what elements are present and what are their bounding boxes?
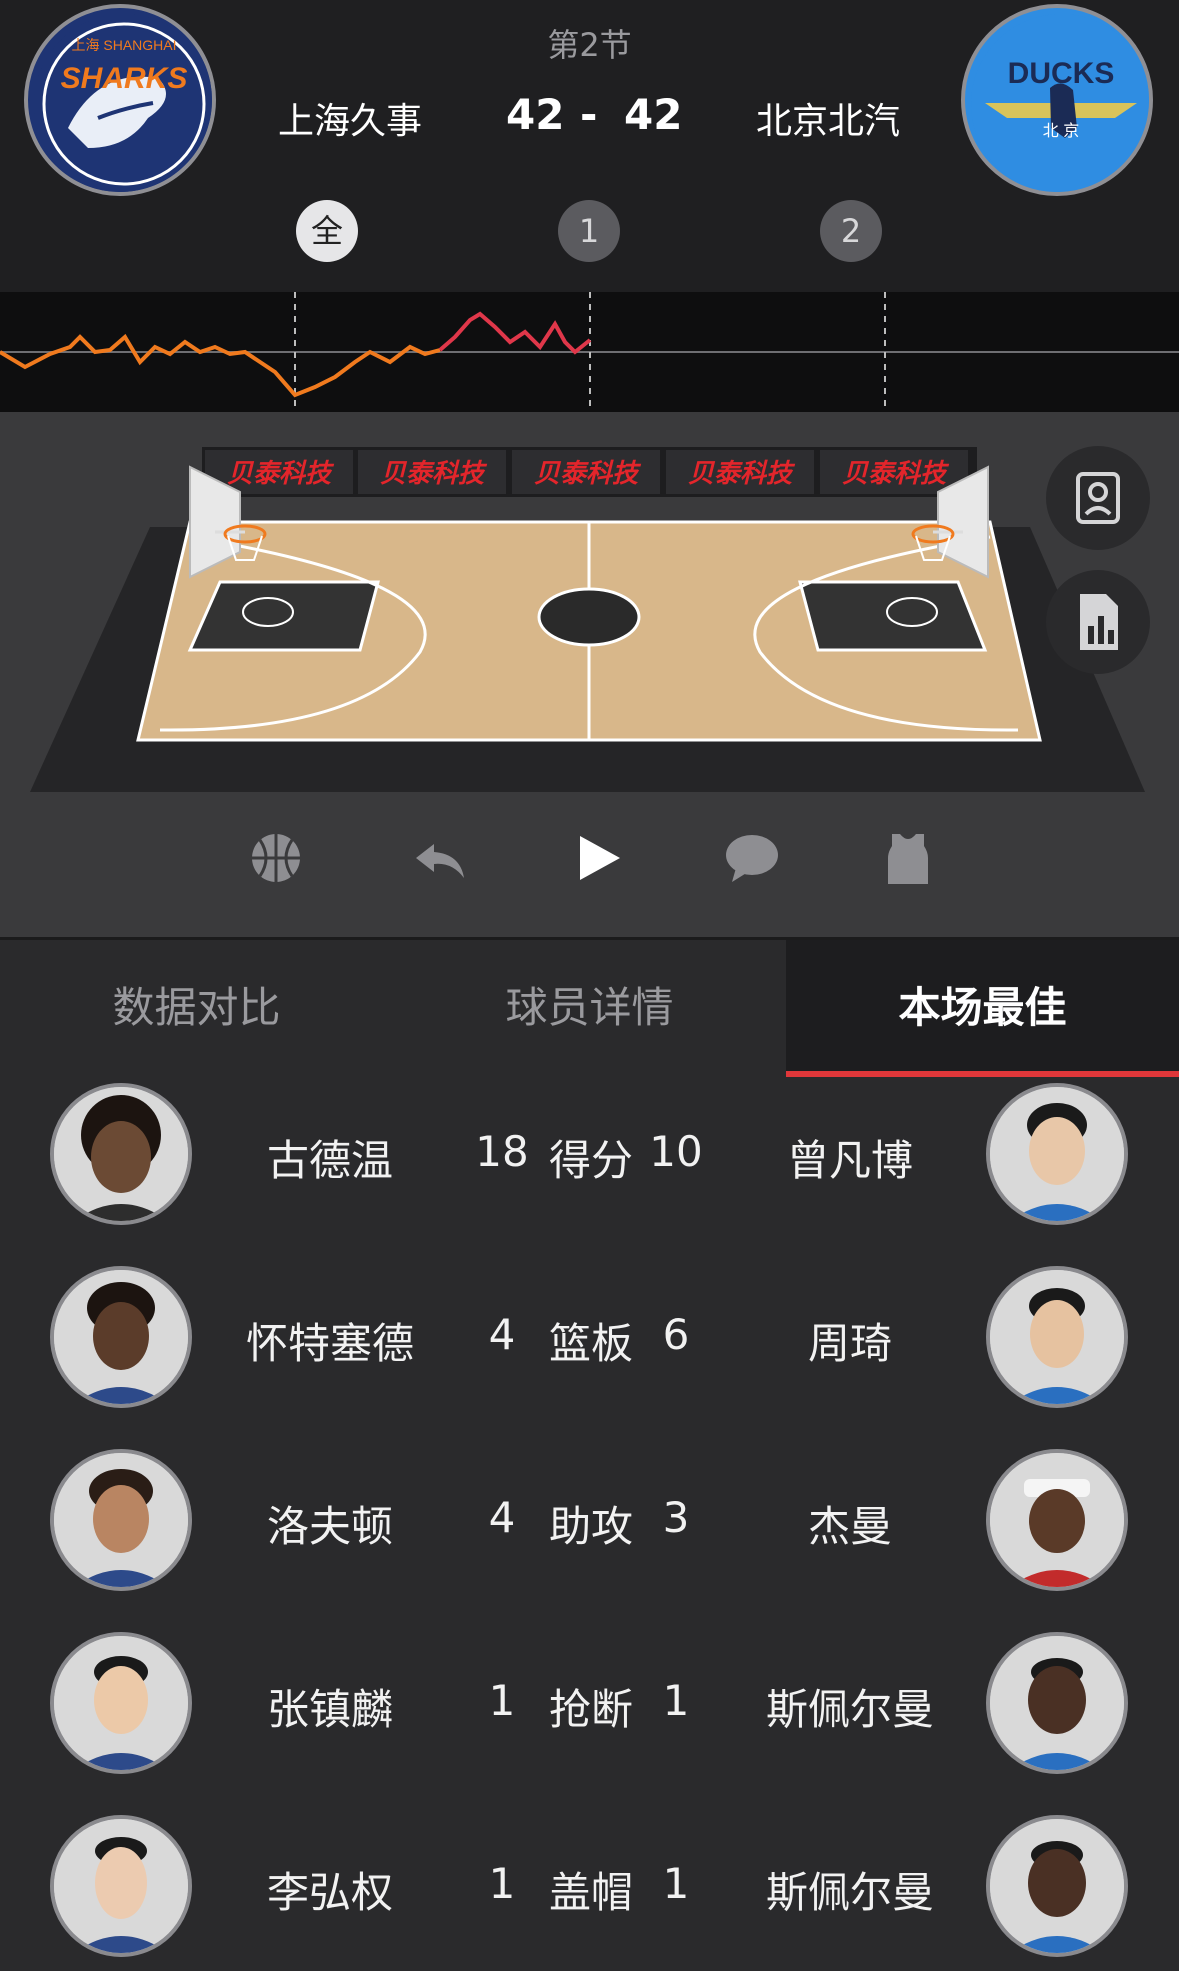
momentum-line-home xyxy=(0,333,441,398)
right-stat-value: 1 xyxy=(662,1676,690,1725)
score-separator: - xyxy=(580,90,598,139)
left-player-name: 洛夫顿 xyxy=(266,1502,393,1551)
avatar xyxy=(986,1632,1128,1774)
avatar xyxy=(986,1815,1128,1957)
home-team-name: 上海久事 xyxy=(278,101,423,142)
svg-text:贝泰科技: 贝泰科技 xyxy=(534,459,642,489)
play-icon xyxy=(580,836,620,880)
stat-label: 篮板 xyxy=(548,1319,633,1368)
leader-row-rebounds[interactable]: 怀特塞德 4 篮板 6 周琦 xyxy=(0,1262,1179,1412)
right-stat-value: 1 xyxy=(662,1859,690,1908)
right-player-name: 周琦 xyxy=(807,1319,892,1368)
scoreboard-header: SHARKS 上海 SHANGHAI 第2节 上海久事 42 - 42 北京北汽… xyxy=(0,0,1179,292)
stats-chart-button[interactable] xyxy=(1046,570,1150,674)
left-stat-value: 1 xyxy=(488,1859,516,1908)
leader-row-points[interactable]: 古德温 18 得分 10 曾凡博 xyxy=(0,1079,1179,1229)
left-stat-value: 1 xyxy=(488,1676,516,1725)
score-momentum-chart xyxy=(0,292,1179,412)
right-player-name: 斯佩尔曼 xyxy=(765,1868,934,1917)
avatar xyxy=(986,1266,1128,1408)
svg-text:贝泰科技: 贝泰科技 xyxy=(227,459,335,489)
avatar xyxy=(50,1632,192,1774)
stat-label: 抢断 xyxy=(548,1685,633,1734)
tab-game-best[interactable]: 本场最佳 xyxy=(786,940,1179,1077)
left-player-name: 怀特塞德 xyxy=(245,1319,414,1368)
stat-label: 得分 xyxy=(548,1136,633,1185)
left-player-name: 古德温 xyxy=(266,1136,393,1185)
player-card-icon xyxy=(1076,472,1120,524)
left-stat-value: 18 xyxy=(475,1127,529,1176)
comment-button[interactable] xyxy=(722,828,782,888)
right-player-name: 斯佩尔曼 xyxy=(765,1685,934,1734)
basketball-button[interactable] xyxy=(246,828,306,888)
svg-text:北 京: 北 京 xyxy=(1043,122,1079,140)
center-circle xyxy=(537,587,641,647)
period-2-button[interactable]: 2 xyxy=(820,200,882,262)
leader-row-assists[interactable]: 洛夫顿 4 助攻 3 杰曼 xyxy=(0,1445,1179,1595)
svg-text:贝泰科技: 贝泰科技 xyxy=(380,459,488,489)
away-team-name: 北京北汽 xyxy=(756,101,901,142)
lineup-button[interactable] xyxy=(878,828,938,888)
right-player-name: 曾凡博 xyxy=(786,1136,913,1185)
avatar xyxy=(50,1083,192,1225)
comment-icon xyxy=(726,835,778,882)
away-score: 42 xyxy=(624,90,683,139)
period-1-button[interactable]: 1 xyxy=(558,200,620,262)
left-stat-value: 4 xyxy=(488,1493,516,1542)
svg-text:贝泰科技: 贝泰科技 xyxy=(688,459,796,489)
tab-player-details[interactable]: 球员详情 xyxy=(393,940,786,1077)
period-all-button[interactable]: 全 xyxy=(296,200,358,262)
stat-label: 盖帽 xyxy=(548,1868,633,1917)
svg-text:贝泰科技: 贝泰科技 xyxy=(842,459,950,489)
player-card-button[interactable] xyxy=(1046,446,1150,550)
left-player-name: 张镇麟 xyxy=(266,1685,393,1734)
avatar xyxy=(986,1449,1128,1591)
right-stat-value: 10 xyxy=(649,1127,703,1176)
tab-data-compare[interactable]: 数据对比 xyxy=(0,940,393,1077)
right-stat-value: 6 xyxy=(662,1310,690,1359)
basketball-icon xyxy=(252,834,300,882)
tab-bar: 数据对比 球员详情 本场最佳 xyxy=(0,937,1179,1077)
avatar xyxy=(50,1266,192,1408)
leader-row-steals[interactable]: 张镇麟 1 抢断 1 斯佩尔曼 xyxy=(0,1628,1179,1778)
replay-icon xyxy=(416,844,464,878)
momentum-line-away xyxy=(438,311,592,355)
replay-button[interactable] xyxy=(410,828,470,888)
left-player-name: 李弘权 xyxy=(266,1868,393,1917)
right-stat-value: 3 xyxy=(662,1493,690,1542)
leader-row-blocks[interactable]: 李弘权 1 盖帽 1 斯佩尔曼 xyxy=(0,1811,1179,1961)
stats-chart-icon xyxy=(1080,594,1118,650)
sponsor-boards: 贝泰科技 贝泰科技 贝泰科技 贝泰科技 贝泰科技 xyxy=(202,447,977,497)
avatar xyxy=(986,1083,1128,1225)
avatar xyxy=(50,1815,192,1957)
left-stat-value: 4 xyxy=(488,1310,516,1359)
jersey-icon xyxy=(888,834,928,884)
game-leaders-list: 古德温 18 得分 10 曾凡博 怀特塞德 4 篮板 6 周琦 洛夫顿 4 助攻… xyxy=(0,1079,1179,1971)
away-team-logo[interactable]: DUCKS 北 京 xyxy=(961,4,1153,196)
right-player-name: 杰曼 xyxy=(807,1502,892,1551)
avatar xyxy=(50,1449,192,1591)
svg-text:SHARKS: SHARKS xyxy=(61,62,188,95)
play-button[interactable] xyxy=(568,828,628,888)
home-score: 42 xyxy=(506,90,565,139)
stat-label: 助攻 xyxy=(548,1502,633,1551)
